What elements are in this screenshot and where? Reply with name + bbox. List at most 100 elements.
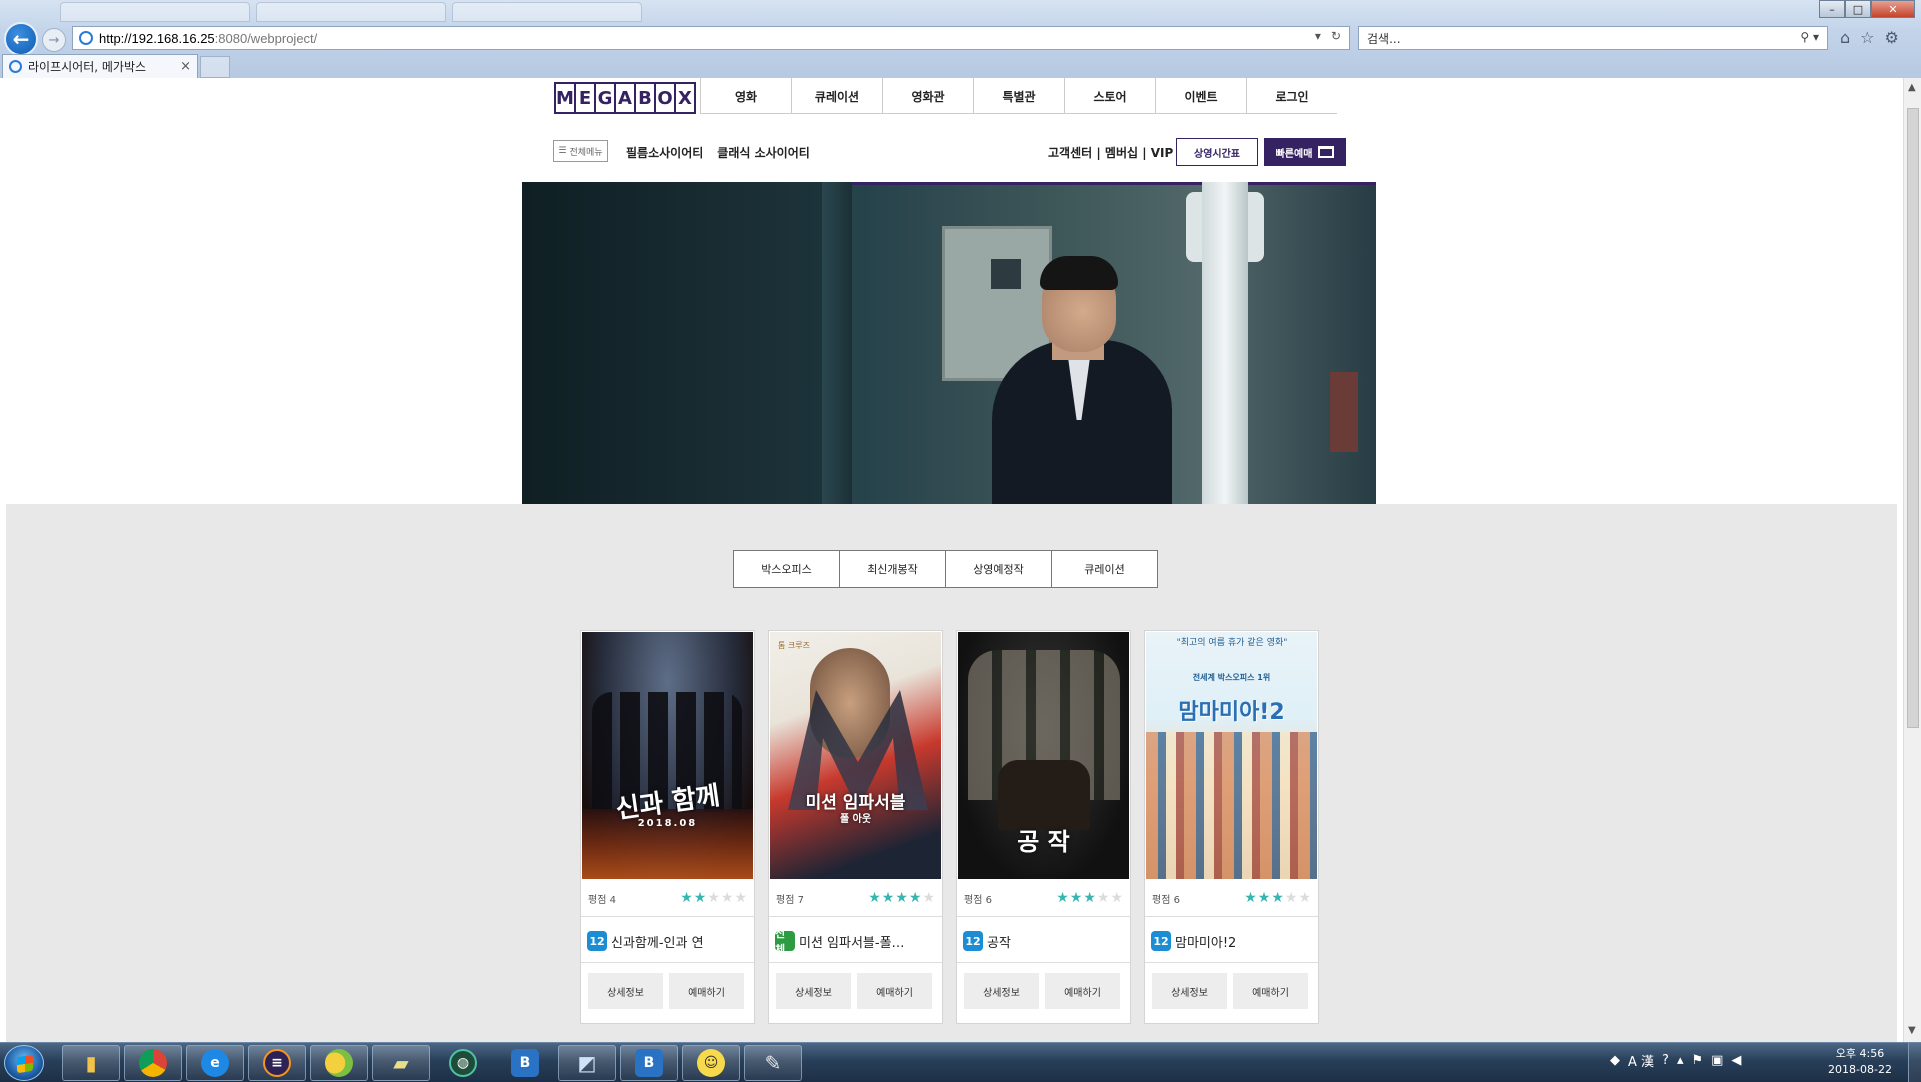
taskbar-messenger[interactable]: ☺ <box>682 1045 740 1081</box>
close-tab-icon[interactable]: × <box>180 59 191 74</box>
book-button[interactable]: 예매하기 <box>857 973 932 1009</box>
taskbar-green-app[interactable]: ◍ <box>434 1045 492 1081</box>
search-box[interactable]: 검색... ⚲ ▾ <box>1358 26 1828 50</box>
active-browser-tab[interactable]: 라이프시어터, 메가박스 × <box>2 54 198 78</box>
help-icon[interactable]: ? <box>1662 1053 1669 1068</box>
taskbar-notes[interactable]: ▰ <box>372 1045 430 1081</box>
card-divider <box>581 962 754 963</box>
taskbar-b-app[interactable]: B <box>496 1045 554 1081</box>
gnb-item-theater[interactable]: 영화관 <box>882 78 973 114</box>
new-tab-button[interactable] <box>200 56 230 78</box>
taskbar-eclipse[interactable]: ≡ <box>248 1045 306 1081</box>
tab-box-office[interactable]: 박스오피스 <box>733 550 840 588</box>
movie-title[interactable]: 미션 임파서블-폴… <box>799 932 905 951</box>
book-button[interactable]: 예매하기 <box>1045 973 1120 1009</box>
background-tab[interactable] <box>256 2 446 22</box>
taskbar-paint[interactable]: ✎ <box>744 1045 802 1081</box>
gnb-item-event[interactable]: 이벤트 <box>1155 78 1246 114</box>
star-filled-icon: ★ <box>1069 890 1084 906</box>
movie-poster[interactable]: "최고의 여름 휴가 같은 영화" 전세계 박스오피스 1위 맘마미아!2 <box>1146 632 1317 879</box>
address-bar[interactable]: http://192.168.16.25:8080/webproject/ ▾ … <box>72 26 1350 50</box>
logo-letter: O <box>656 84 674 112</box>
close-window-button[interactable]: ✕ <box>1871 0 1915 18</box>
film-society-link[interactable]: 필름소사이어티 <box>626 144 703 161</box>
scroll-up-arrow-icon[interactable]: ▲ <box>1908 82 1916 93</box>
refresh-icon[interactable]: ↻ <box>1331 29 1341 43</box>
book-button[interactable]: 예매하기 <box>1233 973 1308 1009</box>
background-tab[interactable] <box>452 2 642 22</box>
rating-row: 평점 7 ★★★★★ <box>776 889 936 907</box>
taskbar-b-app-2[interactable]: B <box>620 1045 678 1081</box>
taskbar-chrome[interactable] <box>124 1045 182 1081</box>
utility-links[interactable]: 고객센터 | 멤버십 | VIP <box>1048 144 1173 161</box>
scroll-down-arrow-icon[interactable]: ▼ <box>1908 1025 1916 1036</box>
star-empty-icon: ★ <box>720 890 735 906</box>
background-tab[interactable] <box>60 2 250 22</box>
movie-card: "최고의 여름 휴가 같은 영화" 전세계 박스오피스 1위 맘마미아!2 평점… <box>1144 630 1319 1024</box>
maximize-button[interactable]: □ <box>1845 0 1871 18</box>
detail-button[interactable]: 상세정보 <box>964 973 1039 1009</box>
gnb-item-login[interactable]: 로그인 <box>1246 78 1337 114</box>
rating-row: 평점 4 ★★★★★ <box>588 889 748 907</box>
gear-icon[interactable]: ⚙ <box>1885 28 1899 47</box>
show-desktop-button[interactable] <box>1908 1043 1921 1082</box>
tab-upcoming[interactable]: 상영예정작 <box>945 550 1052 588</box>
system-tray: ◆ A 漢 ? ▴ ⚑ ▣ ◀ <box>1610 1051 1741 1070</box>
movie-poster[interactable]: 신과 함께 2018.08 <box>582 632 753 879</box>
all-menu-label: 전체메뉴 <box>569 147 603 158</box>
gnb-item-curation[interactable]: 큐레이션 <box>791 78 882 114</box>
page-scrollbar[interactable]: ▲ ▼ <box>1903 78 1921 1042</box>
movie-poster[interactable]: 공 작 <box>958 632 1129 879</box>
gnb-item-store[interactable]: 스토어 <box>1064 78 1155 114</box>
detail-button[interactable]: 상세정보 <box>1152 973 1227 1009</box>
star-rating-icon: ★★★★★ <box>1244 890 1312 906</box>
favorites-star-icon[interactable]: ☆ <box>1860 28 1874 47</box>
volume-icon[interactable]: ◀ <box>1731 1053 1741 1068</box>
movie-poster[interactable]: 톰 크루즈 미션 임파서블 폴 아웃 <box>770 632 941 879</box>
movie-title[interactable]: 신과함께-인과 연 <box>611 932 704 951</box>
tray-expand-icon[interactable]: ▴ <box>1677 1053 1684 1068</box>
tab-title: 라이프시어터, 메가박스 <box>28 60 147 74</box>
forward-button[interactable]: → <box>42 28 66 52</box>
tab-latest[interactable]: 최신개봉작 <box>839 550 946 588</box>
hero-banner[interactable] <box>522 182 1376 504</box>
star-filled-icon: ★ <box>1083 890 1097 906</box>
start-button[interactable] <box>4 1045 44 1081</box>
home-icon[interactable]: ⌂ <box>1840 28 1850 47</box>
green-circle-icon: ◍ <box>449 1049 477 1077</box>
quick-booking-button[interactable]: 빠른예매 <box>1264 138 1346 166</box>
gnb-item-movie[interactable]: 영화 <box>700 78 791 114</box>
movie-title[interactable]: 공작 <box>987 932 1011 951</box>
star-rating-icon: ★★★★★ <box>1056 890 1124 906</box>
movie-section: 박스오피스 최신개봉작 상영예정작 큐레이션 신과 함께 2018.08 평점 4 ★… <box>6 504 1897 1042</box>
movie-title[interactable]: 맘마미아!2 <box>1175 932 1236 951</box>
tab-curation[interactable]: 큐레이션 <box>1051 550 1158 588</box>
detail-button[interactable]: 상세정보 <box>588 973 663 1009</box>
all-menu-button[interactable]: ☰ 전체메뉴 <box>553 140 608 162</box>
network-icon[interactable]: ▣ <box>1711 1053 1723 1068</box>
logo-letter: A <box>616 84 634 112</box>
detail-button[interactable]: 상세정보 <box>776 973 851 1009</box>
taskbar-clock[interactable]: 오후 4:56 2018-08-22 <box>1820 1046 1900 1078</box>
schedule-button[interactable]: 상영시간표 <box>1176 138 1258 166</box>
rating-row: 평점 6 ★★★★★ <box>1152 889 1312 907</box>
movie-list: 신과 함께 2018.08 평점 4 ★★★★★ 12 신과함께-인과 연 상세… <box>580 630 1319 1024</box>
taskbar-explorer[interactable]: ▮ <box>62 1045 120 1081</box>
taskbar-app-circles[interactable] <box>310 1045 368 1081</box>
taskbar-doc-app[interactable]: ◩ <box>558 1045 616 1081</box>
search-icon[interactable]: ⚲ ▾ <box>1800 30 1819 44</box>
book-button[interactable]: 예매하기 <box>669 973 744 1009</box>
gnb-item-special-hall[interactable]: 특별관 <box>973 78 1064 114</box>
classic-society-link[interactable]: 클래식 소사이어티 <box>717 144 810 161</box>
back-button[interactable]: ← <box>4 22 38 56</box>
scroll-thumb[interactable] <box>1907 108 1919 728</box>
minimize-button[interactable]: – <box>1819 0 1845 18</box>
shield-icon[interactable]: ◆ <box>1610 1053 1620 1068</box>
ime-indicator[interactable]: A 漢 <box>1628 1051 1654 1070</box>
star-empty-icon: ★ <box>707 890 721 906</box>
flag-icon[interactable]: ⚑ <box>1691 1053 1703 1068</box>
dropdown-icon[interactable]: ▾ <box>1315 29 1321 43</box>
card-buttons: 상세정보 예매하기 <box>964 973 1120 1009</box>
taskbar-ie[interactable]: e <box>186 1045 244 1081</box>
megabox-logo[interactable]: MEGABOX <box>554 82 696 114</box>
